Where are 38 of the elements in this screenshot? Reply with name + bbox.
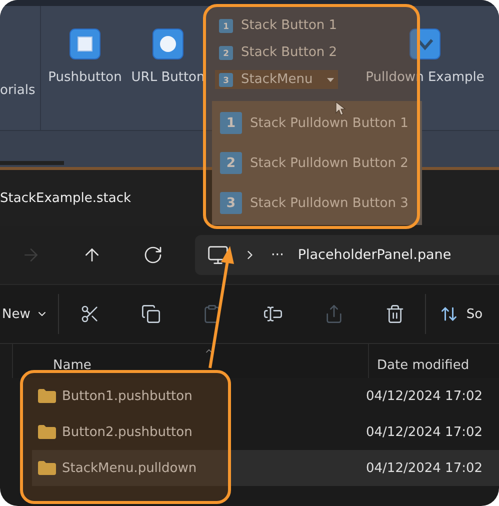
square-icon [69,28,101,60]
date-cell-text: 04/12/2024 17:02 [366,424,484,440]
caret-icon [326,78,334,82]
stack-button[interactable]: 1 Stack Button 1 [215,16,342,35]
tab-title[interactable]: StackExample.stack [0,190,132,206]
breadcrumb-more[interactable]: ··· [271,247,284,263]
number-icon: 3 [220,192,242,214]
column-header[interactable]: Name [13,344,369,378]
file-name: Button1.pushbutton [62,388,192,404]
sort-arrows-icon [440,305,458,323]
file-row[interactable]: StackMenu.pulldown 04/12/2024 17:02 [32,450,499,486]
panel-label: orials [0,83,36,98]
date-cell-text: 04/12/2024 17:02 [366,460,484,476]
file-name: StackMenu.pulldown [62,460,197,476]
number-icon: 2 [219,46,233,60]
folder-icon [38,389,56,403]
number-icon: 2 [220,152,242,174]
ribbon-button[interactable]: URL Button [129,6,207,87]
stack-button[interactable]: 2 Stack Button 2 [215,43,342,62]
number-icon: 1 [220,112,242,134]
number-icon: 1 [219,18,233,32]
ribbon-button[interactable]: Pushbutton [41,6,129,87]
folder-icon [38,461,56,475]
stack-menu-button[interactable]: 3 StackMenu [215,70,338,89]
breadcrumb-item[interactable]: PlaceholderPanel.pane [298,247,452,263]
column-header[interactable]: Date modified [369,344,499,378]
chevron-icon [409,28,441,60]
monitor-icon [207,244,229,266]
file-name: Button2.pushbutton [62,424,192,440]
new-button[interactable]: New [0,294,60,334]
address-bar[interactable]: ··· PlaceholderPanel.pane [195,235,499,275]
number-icon: 3 [219,72,233,86]
cursor-icon [336,102,345,115]
date-cell-text: 04/12/2024 17:02 [366,388,484,404]
file-row[interactable]: Button2.pushbutton 04/12/2024 17:02 [32,414,499,450]
folder-icon [38,425,56,439]
sort-button[interactable]: So [425,294,483,334]
file-row[interactable]: Button1.pushbutton 04/12/2024 17:02 [32,378,499,414]
